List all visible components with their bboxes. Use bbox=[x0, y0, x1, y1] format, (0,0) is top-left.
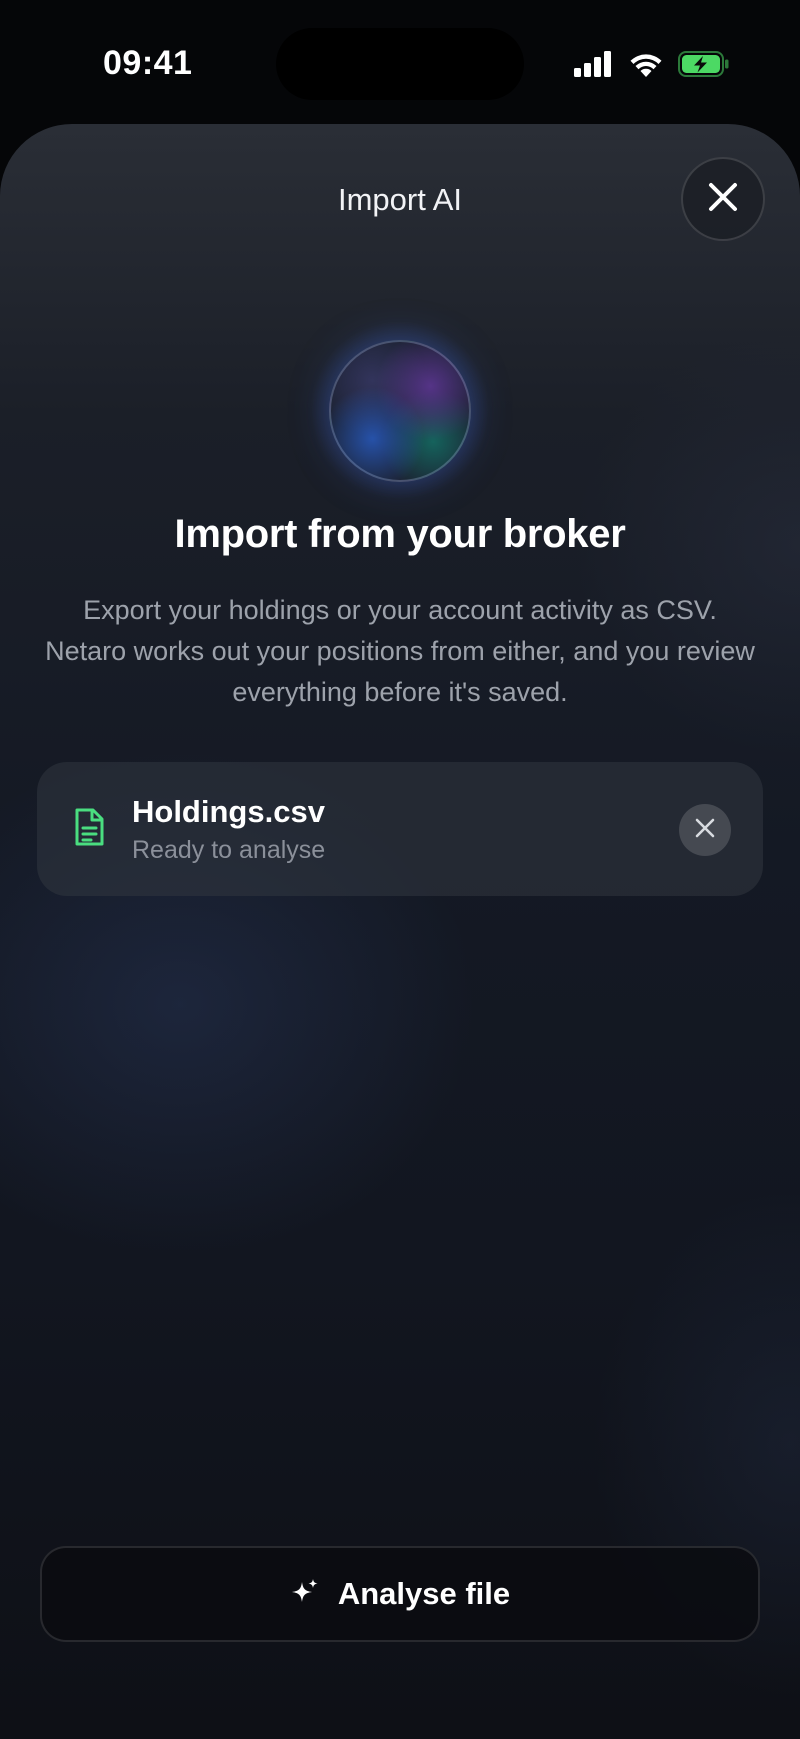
selected-file-card: Holdings.csv Ready to analyse bbox=[37, 762, 763, 896]
analyse-file-label: Analyse file bbox=[337, 1576, 511, 1611]
status-time: 09:41 bbox=[103, 44, 193, 82]
battery-charging-icon bbox=[678, 50, 730, 82]
sparkles-icon bbox=[290, 1577, 320, 1612]
status-icons bbox=[574, 50, 730, 82]
import-sheet: Import AI Import from your broker Export… bbox=[0, 124, 800, 1739]
close-icon bbox=[694, 817, 716, 844]
wifi-icon bbox=[628, 50, 664, 82]
page-description: Export your holdings or your account act… bbox=[45, 595, 755, 707]
sheet-title: Import AI bbox=[337, 182, 463, 217]
page-heading: Import from your broker bbox=[174, 512, 626, 556]
document-icon bbox=[73, 807, 105, 847]
status-bar: 09:41 bbox=[0, 0, 800, 120]
ai-orb bbox=[329, 340, 471, 482]
import-ai-screen: 09:41 Import AI Import from your broker … bbox=[0, 0, 800, 1739]
file-name: Holdings.csv bbox=[132, 794, 325, 829]
cellular-signal-icon bbox=[574, 50, 614, 82]
remove-file-button[interactable] bbox=[679, 804, 731, 856]
close-button[interactable] bbox=[681, 157, 765, 241]
close-icon bbox=[706, 180, 740, 219]
analyse-file-button[interactable]: Analyse file bbox=[40, 1546, 760, 1642]
file-status: Ready to analyse bbox=[132, 836, 326, 864]
dynamic-island bbox=[276, 28, 524, 100]
